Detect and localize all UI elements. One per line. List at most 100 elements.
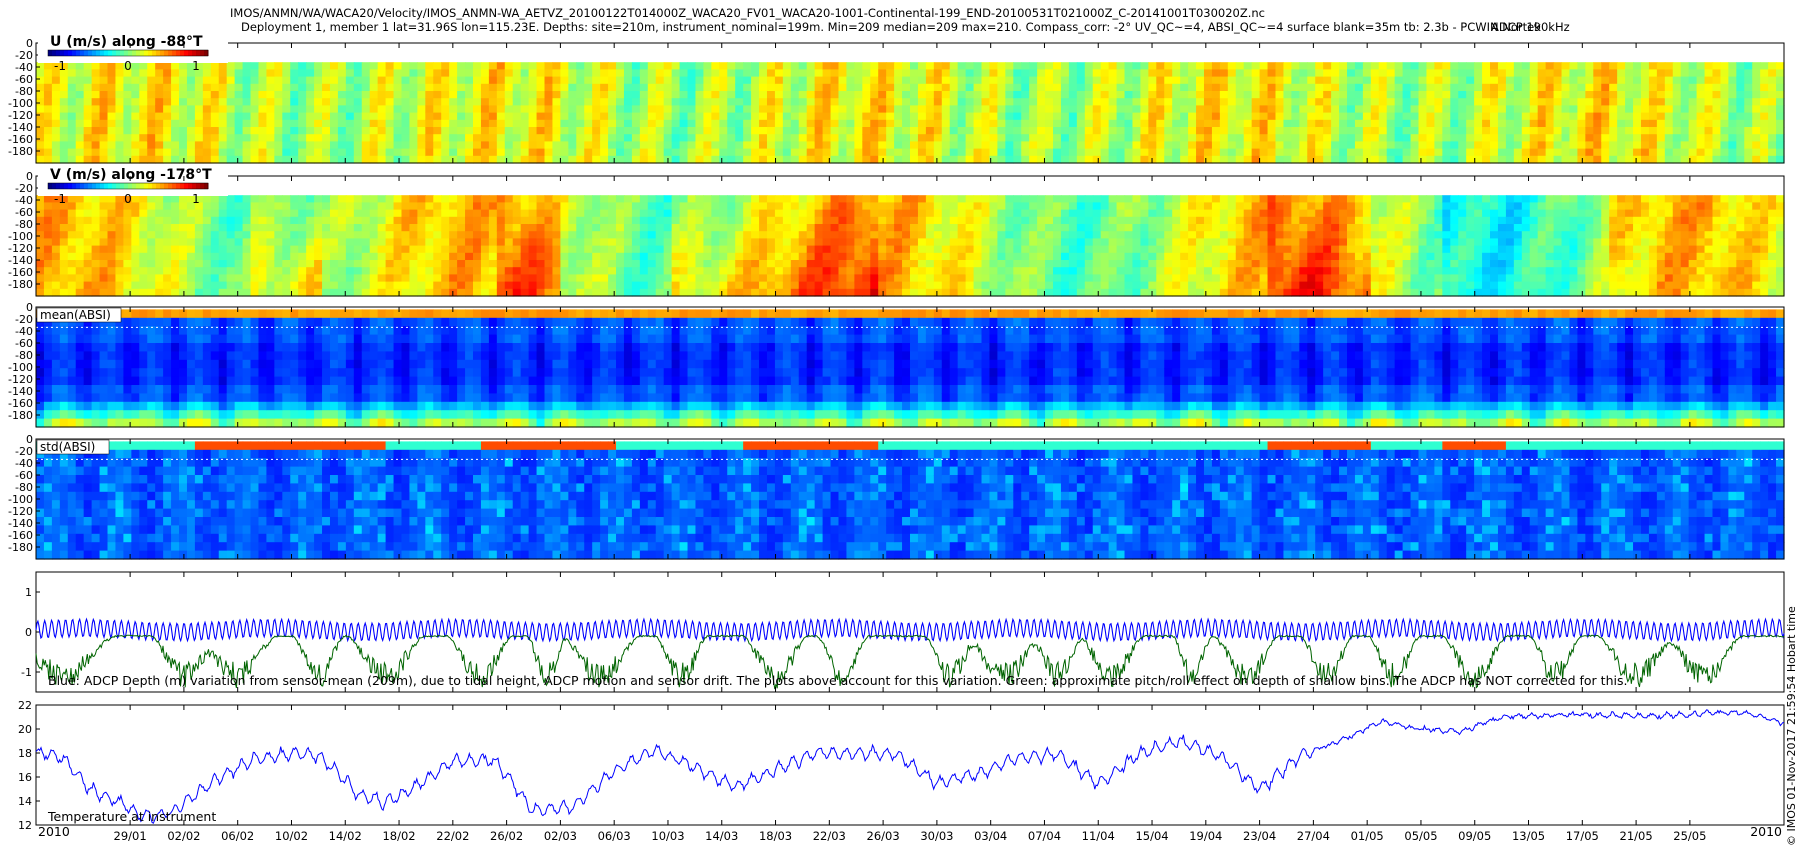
heatmap-cell	[679, 195, 689, 203]
heatmap-cell	[902, 127, 911, 135]
heatmap-cell	[949, 119, 959, 128]
heatmap-cell	[695, 245, 705, 254]
heatmap-cell	[647, 267, 657, 275]
heatmap-cell	[941, 231, 951, 239]
heatmap-cell	[989, 148, 998, 157]
heatmap-cell	[1005, 288, 1014, 297]
heatmap-cell	[917, 209, 927, 218]
heatmap-cell	[194, 245, 204, 254]
heatmap-cell	[830, 267, 840, 275]
heatmap-cell	[552, 148, 561, 157]
heatmap-cell	[925, 267, 935, 275]
heatmap-cell	[1172, 127, 1181, 135]
heatmap-cell	[1060, 209, 1070, 218]
heatmap-cell	[186, 231, 196, 239]
heatmap-cell	[719, 134, 728, 142]
heatmap-cell	[377, 134, 387, 142]
heatmap-cell	[36, 148, 45, 157]
heatmap-cell	[655, 127, 665, 135]
heatmap-cell	[910, 69, 919, 78]
heatmap-cell	[306, 252, 315, 261]
heatmap-cell	[902, 98, 911, 106]
heatmap-cell	[496, 274, 506, 283]
heatmap-cell	[441, 83, 450, 92]
heatmap-cell	[782, 260, 792, 268]
heatmap-cell	[1045, 69, 1054, 78]
heatmap-cell	[163, 252, 172, 261]
heatmap-cell	[139, 141, 148, 150]
heatmap-cell	[1529, 69, 1539, 78]
heatmap-cell	[512, 98, 522, 106]
heatmap-cell	[186, 91, 196, 99]
heatmap-cell	[147, 69, 156, 78]
heatmap-cell	[1188, 127, 1197, 135]
heatmap-cell	[441, 267, 450, 275]
heatmap-cell	[282, 141, 291, 150]
heatmap-cell	[910, 127, 919, 135]
heatmap-cell	[592, 224, 601, 232]
heatmap-cell	[131, 288, 140, 297]
heatmap-cell	[1672, 119, 1682, 128]
heatmap-cell	[830, 83, 840, 92]
heatmap-cell	[314, 148, 323, 157]
heatmap-cell	[314, 238, 323, 247]
heatmap-cell	[925, 127, 935, 135]
heatmap-cell	[536, 274, 546, 283]
heatmap-cell	[1076, 216, 1086, 225]
heatmap-cell	[560, 134, 569, 142]
heatmap-cell	[242, 148, 252, 157]
heatmap-cell	[870, 202, 879, 211]
heatmap-cell	[488, 83, 498, 92]
heatmap-cell	[1013, 134, 1022, 142]
heatmap-cell	[496, 252, 506, 261]
heatmap-cell	[131, 216, 140, 225]
heatmap-cell	[1601, 98, 1610, 106]
heatmap-cell	[202, 148, 212, 157]
heatmap-cell	[385, 245, 395, 254]
heatmap-cell	[1521, 148, 1531, 157]
heatmap-cell	[282, 245, 291, 254]
heatmap-cell	[425, 155, 434, 164]
heatmap-cell	[584, 83, 593, 92]
heatmap-cell	[194, 252, 204, 261]
heatmap-cell	[997, 267, 1006, 275]
heatmap-cell	[1267, 105, 1277, 114]
heatmap-cell	[520, 267, 530, 275]
heatmap-cell	[385, 252, 395, 261]
heatmap-cell	[933, 155, 943, 164]
heatmap-cell	[107, 76, 117, 85]
heatmap-cell	[759, 83, 768, 92]
heatmap-cell	[210, 216, 220, 225]
heatmap-cell	[1458, 62, 1467, 70]
heatmap-cell	[107, 202, 117, 211]
heatmap-cell	[457, 155, 466, 164]
heatmap-cell	[425, 105, 434, 114]
heatmap-cell	[600, 281, 609, 290]
heatmap-cell	[139, 224, 148, 232]
heatmap-cell	[1354, 119, 1364, 128]
heatmap-cell	[1378, 91, 1388, 99]
heatmap-cell	[830, 69, 840, 78]
heatmap-cell	[695, 281, 705, 290]
heatmap-cell	[1625, 69, 1634, 78]
heatmap-cell	[798, 281, 808, 290]
heatmap-cell	[751, 76, 760, 85]
heatmap-cell	[592, 231, 601, 239]
heatmap-cell	[226, 252, 236, 261]
heatmap-cell	[210, 245, 220, 254]
heatmap-cell	[711, 238, 720, 247]
heatmap-cell	[965, 245, 975, 254]
heatmap-cell	[496, 281, 506, 290]
heatmap-cell	[194, 76, 204, 85]
heatmap-cell	[425, 112, 434, 121]
heatmap-cell	[830, 155, 840, 164]
heatmap-cell	[417, 119, 426, 128]
heatmap-cell	[878, 209, 887, 218]
heatmap-cell	[973, 195, 983, 203]
heatmap-cell	[663, 216, 673, 225]
heatmap-cell	[465, 238, 474, 247]
heatmap-cell	[1037, 231, 1046, 239]
heatmap-cell	[393, 281, 403, 290]
heatmap-cell	[1362, 119, 1372, 128]
heatmap-cell	[751, 224, 760, 232]
